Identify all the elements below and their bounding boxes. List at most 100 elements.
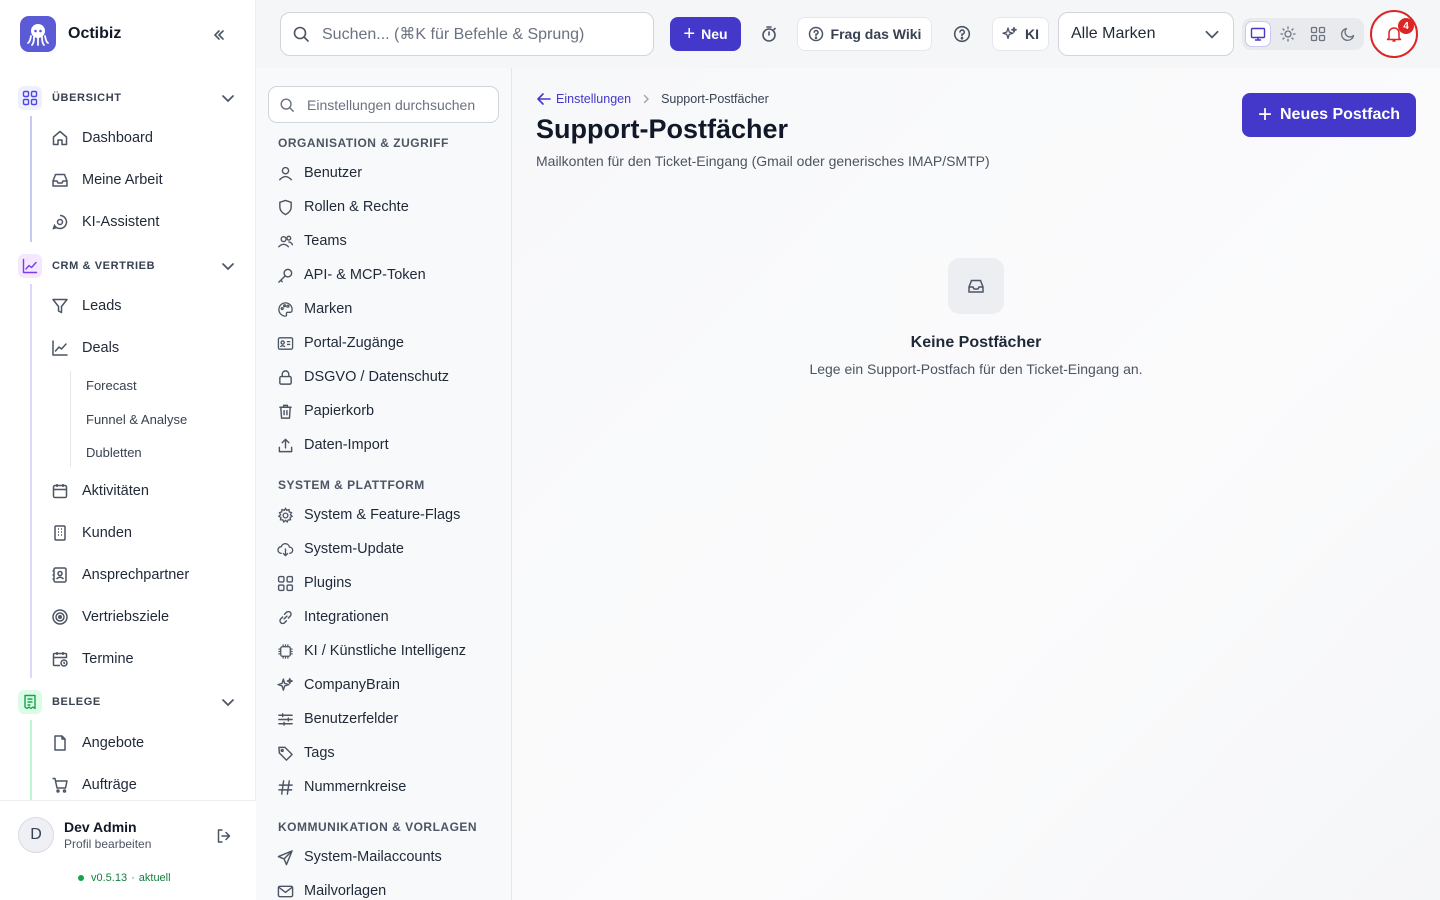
version-number: v0.5.13 xyxy=(91,872,128,884)
upload-icon xyxy=(276,436,294,454)
sidebar-subitem-funnel[interactable]: Funnel & Analyse xyxy=(86,407,187,431)
settings-item-tags[interactable]: Tags xyxy=(276,738,498,768)
settings-item-dsgvo[interactable]: DSGVO / Datenschutz xyxy=(276,362,498,392)
breadcrumb-back-label: Einstellungen xyxy=(556,92,632,106)
section-overview[interactable]: ÜBERSICHT xyxy=(18,86,242,110)
settings-item-companybrain[interactable]: CompanyBrain xyxy=(276,670,498,700)
app-name: Octibiz xyxy=(68,25,122,42)
sidebar-item-ansprechpartner[interactable]: Ansprechpartner xyxy=(50,558,240,592)
settings-item-mailaccounts[interactable]: System-Mailaccounts xyxy=(276,842,498,872)
settings-item-benutzer[interactable]: Benutzer xyxy=(276,158,498,188)
settings-item-import[interactable]: Daten-Import xyxy=(276,430,498,460)
sidebar-item-vertriebsziele[interactable]: Vertriebsziele xyxy=(50,600,240,634)
help-icon[interactable] xyxy=(951,23,973,45)
ai-button[interactable]: KI xyxy=(992,17,1049,51)
avatar[interactable]: D xyxy=(18,817,54,853)
settings-item-papierkorb[interactable]: Papierkorb xyxy=(276,396,498,426)
settings-item-api-token[interactable]: API- & MCP-Token xyxy=(276,260,498,290)
sidebar-subitem-forecast[interactable]: Forecast xyxy=(86,373,137,397)
chat-search-icon xyxy=(50,212,70,232)
cart-icon xyxy=(50,775,70,795)
notifications-button[interactable]: 4 xyxy=(1370,10,1418,58)
chevron-down-icon xyxy=(1203,25,1221,48)
search-icon xyxy=(291,24,311,44)
cloud-download-icon xyxy=(276,540,294,558)
sidebar-item-kunden[interactable]: Kunden xyxy=(50,516,240,550)
chevron-down-icon[interactable] xyxy=(218,88,238,108)
global-search-input[interactable]: Suchen... (⌘K für Befehle & Sprung) xyxy=(280,12,654,56)
section-label: CRM & VERTRIEB xyxy=(52,260,156,272)
collapse-sidebar-icon[interactable] xyxy=(208,24,230,46)
section-line xyxy=(30,116,32,242)
chevron-down-icon[interactable] xyxy=(218,256,238,276)
settings-item-rollen[interactable]: Rollen & Rechte xyxy=(276,192,498,222)
sidebar-item-dashboard[interactable]: Dashboard xyxy=(50,121,240,155)
settings-item-label: System & Feature-Flags xyxy=(304,507,461,523)
settings-item-portal[interactable]: Portal-Zugänge xyxy=(276,328,498,358)
sidebar-item-aktivitaeten[interactable]: Aktivitäten xyxy=(50,474,240,508)
empty-state-text: Lege ein Support-Postfach für den Ticket… xyxy=(809,361,1143,377)
new-mailbox-button[interactable]: + Neues Postfach xyxy=(1242,93,1416,137)
question-circle-icon xyxy=(808,26,824,42)
settings-item-update[interactable]: System-Update xyxy=(276,534,498,564)
chevron-right-icon xyxy=(641,94,651,104)
settings-item-label: Benutzerfelder xyxy=(304,711,399,727)
section-belege[interactable]: BELEGE xyxy=(18,690,242,714)
settings-search-input[interactable]: Einstellungen durchsuchen xyxy=(268,86,499,123)
settings-item-integrationen[interactable]: Integrationen xyxy=(276,602,498,632)
layout-grid-icon[interactable] xyxy=(1305,21,1331,47)
search-placeholder: Suchen... (⌘K für Befehle & Sprung) xyxy=(322,26,585,43)
settings-item-benutzerfelder[interactable]: Benutzerfelder xyxy=(276,704,498,734)
sidebar-item-deals[interactable]: Deals xyxy=(50,331,240,365)
new-button[interactable]: + Neu xyxy=(670,17,741,51)
inbox-icon xyxy=(948,258,1004,314)
shield-icon xyxy=(276,198,294,216)
settings-item-teams[interactable]: Teams xyxy=(276,226,498,256)
version-status: v0.5.13 · aktuell xyxy=(78,872,171,884)
user-icon xyxy=(276,164,294,182)
sidebar-item-label: Aufträge xyxy=(82,777,137,793)
sidebar-item-termine[interactable]: Termine xyxy=(50,642,240,676)
settings-item-label: Daten-Import xyxy=(304,437,389,453)
sidebar-item-label: Dashboard xyxy=(82,130,153,146)
ask-wiki-button[interactable]: Frag das Wiki xyxy=(797,17,932,51)
settings-item-mailvorlagen[interactable]: Mailvorlagen xyxy=(276,876,498,900)
settings-item-plugins[interactable]: Plugins xyxy=(276,568,498,598)
sidebar-item-angebote[interactable]: Angebote xyxy=(50,726,240,760)
ask-wiki-label: Frag das Wiki xyxy=(830,26,922,42)
settings-item-label: Nummernkreise xyxy=(304,779,407,795)
sun-icon[interactable] xyxy=(1275,21,1301,47)
settings-group-title: KOMMUNIKATION & VORLAGEN xyxy=(278,820,478,834)
ai-button-label: KI xyxy=(1025,26,1039,42)
breadcrumb-back-link[interactable]: Einstellungen xyxy=(536,92,631,106)
settings-item-ki[interactable]: KI / Künstliche Intelligenz xyxy=(276,636,498,666)
chip-icon xyxy=(276,642,294,660)
sidebar-item-ki-assistent[interactable]: KI-Assistent xyxy=(50,205,240,239)
brand-select[interactable]: Alle Marken xyxy=(1058,12,1234,56)
edit-profile-link[interactable]: Profil bearbeiten xyxy=(64,837,151,851)
logout-icon[interactable] xyxy=(213,825,235,847)
sidebar-item-leads[interactable]: Leads xyxy=(50,289,240,323)
sidebar-item-label: Ansprechpartner xyxy=(82,567,190,583)
section-label: ÜBERSICHT xyxy=(52,92,122,104)
empty-state-title: Keine Postfächer xyxy=(910,334,1042,351)
settings-item-label: Teams xyxy=(304,233,347,249)
sidebar-item-meine-arbeit[interactable]: Meine Arbeit xyxy=(50,163,240,197)
sidebar-subitem-dubletten[interactable]: Dubletten xyxy=(86,440,142,464)
tag-icon xyxy=(276,744,294,762)
section-crm[interactable]: CRM & VERTRIEB xyxy=(18,254,242,278)
home-icon xyxy=(50,128,70,148)
monitor-icon[interactable] xyxy=(1245,21,1271,47)
settings-item-system[interactable]: System & Feature-Flags xyxy=(276,500,498,530)
sidebar-item-auftraege[interactable]: Aufträge xyxy=(50,768,240,802)
settings-search-placeholder: Einstellungen durchsuchen xyxy=(307,96,476,113)
mail-icon xyxy=(276,882,294,900)
chevron-down-icon[interactable] xyxy=(218,692,238,712)
settings-item-nummernkreise[interactable]: Nummernkreise xyxy=(276,772,498,802)
moon-icon[interactable] xyxy=(1335,21,1361,47)
brand[interactable]: Octibiz xyxy=(20,16,121,52)
grid-icon xyxy=(276,574,294,592)
version-state: aktuell xyxy=(138,872,171,884)
settings-item-marken[interactable]: Marken xyxy=(276,294,498,324)
timer-icon[interactable] xyxy=(758,23,780,45)
